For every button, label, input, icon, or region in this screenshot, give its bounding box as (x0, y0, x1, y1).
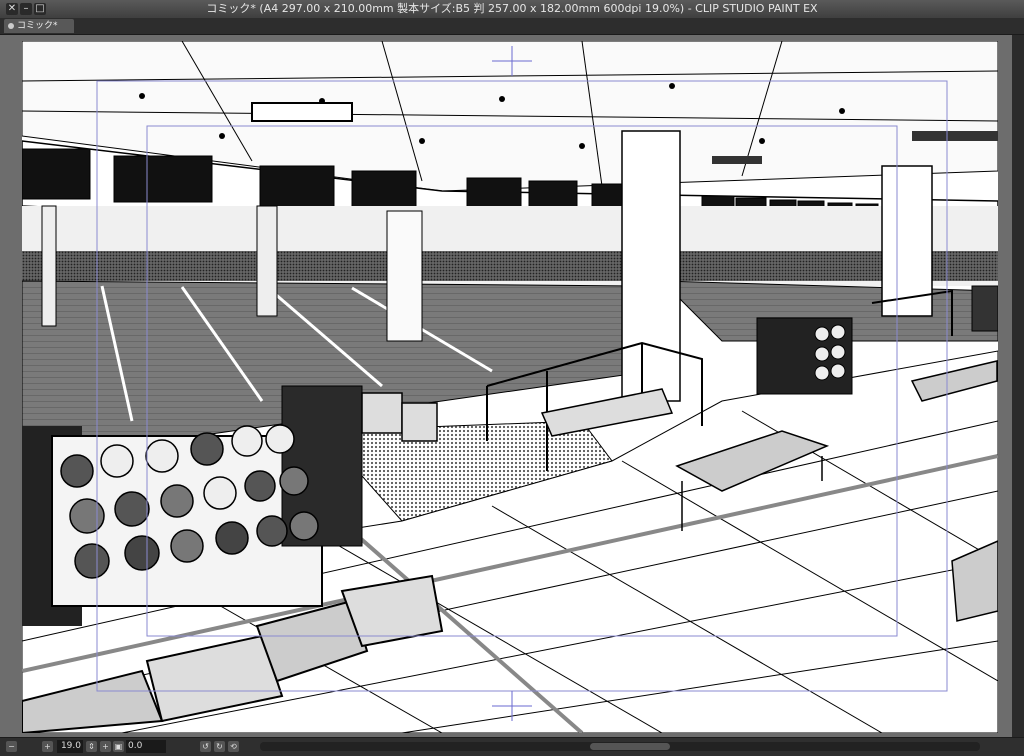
vertical-scrollbar[interactable] (1012, 35, 1024, 737)
status-bar: − + 19.0 ⇕ + ▣ 0.0 ↺ ↻ ⟲ (0, 737, 1024, 756)
zoom-stepper-icon[interactable]: ⇕ (86, 741, 97, 752)
title-bar: コミック* (A4 297.00 x 210.00mm 製本サイズ:B5 判 2… (0, 0, 1024, 19)
zoom-field[interactable]: 19.0 (57, 740, 83, 753)
canvas-page[interactable] (22, 41, 998, 733)
fit-page-icon[interactable]: ▣ (113, 741, 124, 752)
bowling-alley-artwork (22, 41, 998, 733)
zoom-stepper-up-icon[interactable]: + (100, 741, 111, 752)
rotate-left-icon[interactable]: ↺ (200, 741, 211, 752)
canvas-area[interactable] (0, 35, 1024, 737)
flip-icon[interactable]: ⟲ (228, 741, 239, 752)
window-title: コミック* (A4 297.00 x 210.00mm 製本サイズ:B5 判 2… (206, 2, 818, 15)
horizontal-scroll-thumb[interactable] (590, 743, 670, 750)
tab-comic[interactable]: コミック* (4, 19, 74, 33)
maximize-icon[interactable]: □ (34, 3, 46, 15)
close-icon[interactable]: ✕ (6, 3, 18, 15)
document-tab-bar: コミック* (0, 18, 1024, 35)
zoom-out-icon[interactable]: − (6, 741, 17, 752)
rotate-right-icon[interactable]: ↻ (214, 741, 225, 752)
rotation-field[interactable]: 0.0 (126, 740, 166, 753)
tab-label: コミック* (17, 21, 58, 31)
tab-status-icon (8, 22, 14, 29)
minimize-icon[interactable]: – (20, 3, 32, 15)
horizontal-scrollbar[interactable] (260, 742, 980, 751)
zoom-in-icon[interactable]: + (42, 741, 53, 752)
